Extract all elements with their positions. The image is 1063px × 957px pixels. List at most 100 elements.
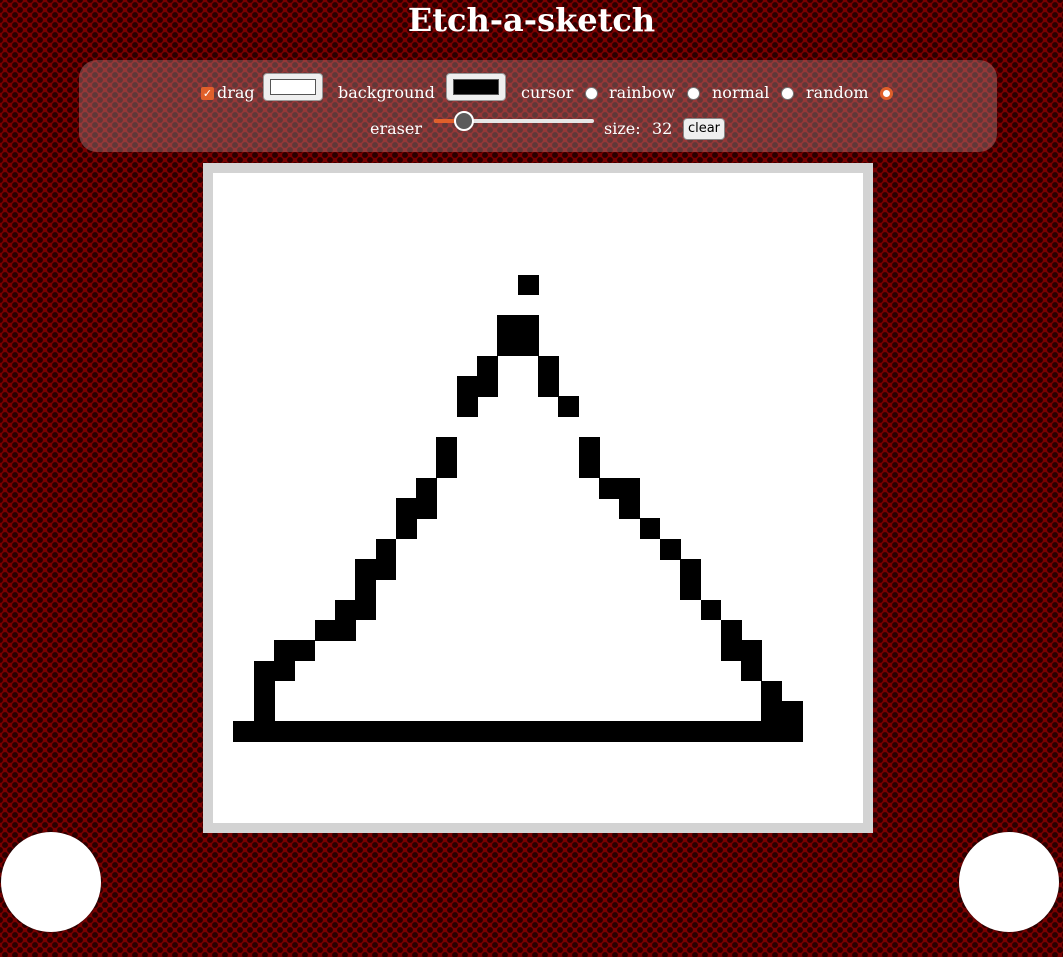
grid-cell[interactable] xyxy=(456,396,478,418)
grid-cell[interactable] xyxy=(273,640,295,662)
grid-cell[interactable] xyxy=(233,721,255,743)
grid-cell[interactable] xyxy=(578,457,600,479)
grid-cell[interactable] xyxy=(294,640,316,662)
grid-cell[interactable] xyxy=(558,396,580,418)
grid-cell[interactable] xyxy=(355,599,377,621)
grid-cell[interactable] xyxy=(761,721,783,743)
grid-cell[interactable] xyxy=(781,701,803,723)
grid-cell[interactable] xyxy=(355,558,377,580)
grid-cell[interactable] xyxy=(700,721,722,743)
drag-checkbox[interactable]: ✓ xyxy=(201,87,214,100)
grid-cell[interactable] xyxy=(680,721,702,743)
eraser-label: eraser xyxy=(370,119,422,138)
grid-cell[interactable] xyxy=(355,721,377,743)
rainbow-radio[interactable] xyxy=(585,87,598,100)
grid-cell[interactable] xyxy=(375,721,397,743)
grid-cell[interactable] xyxy=(314,619,336,641)
grid-cell[interactable] xyxy=(538,376,559,398)
grid-cell[interactable] xyxy=(558,721,580,743)
grid-cell[interactable] xyxy=(416,477,438,499)
cursor-color-picker[interactable] xyxy=(446,73,506,101)
cursor-color-swatch xyxy=(453,79,499,95)
grid-cell[interactable] xyxy=(253,721,275,743)
grid-cell[interactable] xyxy=(456,721,478,743)
random-radio[interactable] xyxy=(781,87,794,100)
grid-cell[interactable] xyxy=(598,477,620,499)
normal-label: normal xyxy=(712,83,770,102)
random-label: random xyxy=(806,83,869,102)
grid-cell[interactable] xyxy=(700,599,722,621)
size-slider-thumb[interactable] xyxy=(454,111,475,131)
grid-cell[interactable] xyxy=(720,721,742,743)
grid-cell[interactable] xyxy=(761,701,783,723)
grid-cell[interactable] xyxy=(436,721,458,743)
grid-cell[interactable] xyxy=(517,274,539,296)
grid-cell[interactable] xyxy=(253,701,275,723)
grid-cell[interactable] xyxy=(517,721,539,743)
clear-button[interactable]: clear xyxy=(683,118,725,140)
grid-cell[interactable] xyxy=(720,640,742,662)
rainbow-label: rainbow xyxy=(609,83,676,102)
grid-cell[interactable] xyxy=(436,437,458,458)
grid-cell[interactable] xyxy=(314,721,336,743)
drag-label: drag xyxy=(217,83,255,102)
grid-cell[interactable] xyxy=(416,721,438,743)
grid-cell[interactable] xyxy=(517,315,539,337)
eraser-radio[interactable] xyxy=(880,87,893,100)
normal-radio[interactable] xyxy=(687,87,700,100)
grid-cell[interactable] xyxy=(436,457,458,479)
left-knob[interactable] xyxy=(1,832,101,932)
grid-cell[interactable] xyxy=(659,538,681,560)
grid-cell[interactable] xyxy=(273,721,295,743)
grid-cell[interactable] xyxy=(517,335,539,357)
grid-cell[interactable] xyxy=(477,376,498,398)
grid-cell[interactable] xyxy=(395,518,417,540)
grid-cell[interactable] xyxy=(273,660,295,682)
grid-cell[interactable] xyxy=(395,721,417,743)
grid-cell[interactable] xyxy=(781,721,803,743)
grid-cell[interactable] xyxy=(497,335,519,357)
background-color-swatch xyxy=(270,79,316,95)
grid-cell[interactable] xyxy=(578,721,600,743)
grid-cell[interactable] xyxy=(375,558,397,580)
size-label: size: xyxy=(604,119,641,138)
background-color-picker[interactable] xyxy=(263,73,323,101)
cursor-label: cursor xyxy=(521,83,574,102)
grid-cell[interactable] xyxy=(639,518,661,540)
grid-cell[interactable] xyxy=(680,579,702,601)
grid-cell[interactable] xyxy=(761,680,783,702)
grid-cell[interactable] xyxy=(416,498,438,519)
grid-cell[interactable] xyxy=(477,355,498,377)
grid-cell[interactable] xyxy=(741,660,763,682)
grid-cell[interactable] xyxy=(659,721,681,743)
size-value: 32 xyxy=(652,119,673,138)
grid-cell[interactable] xyxy=(334,721,356,743)
grid-cell[interactable] xyxy=(334,619,356,641)
grid-cell[interactable] xyxy=(619,721,641,743)
grid-cell[interactable] xyxy=(355,579,377,601)
grid-cell[interactable] xyxy=(619,498,641,519)
right-knob[interactable] xyxy=(959,832,1059,932)
grid-cell[interactable] xyxy=(253,660,275,682)
grid-cell[interactable] xyxy=(375,538,397,560)
grid-cell[interactable] xyxy=(538,355,559,377)
grid-cell[interactable] xyxy=(497,721,519,743)
grid-cell[interactable] xyxy=(456,376,478,398)
grid-cell[interactable] xyxy=(294,721,316,743)
grid-cell[interactable] xyxy=(253,680,275,702)
grid-cell[interactable] xyxy=(639,721,661,743)
grid-cell[interactable] xyxy=(334,599,356,621)
grid-cell[interactable] xyxy=(720,619,742,641)
grid-cell[interactable] xyxy=(680,558,702,580)
page-title: Etch-a-sketch xyxy=(407,1,656,39)
grid-cell[interactable] xyxy=(477,721,498,743)
grid-cell[interactable] xyxy=(741,640,763,662)
grid-cell[interactable] xyxy=(497,315,519,337)
grid-cell[interactable] xyxy=(741,721,763,743)
sketch-grid[interactable] xyxy=(213,173,863,823)
grid-cell[interactable] xyxy=(538,721,559,743)
grid-cell[interactable] xyxy=(598,721,620,743)
grid-cell[interactable] xyxy=(395,498,417,519)
grid-cell[interactable] xyxy=(619,477,641,499)
grid-cell[interactable] xyxy=(578,437,600,458)
